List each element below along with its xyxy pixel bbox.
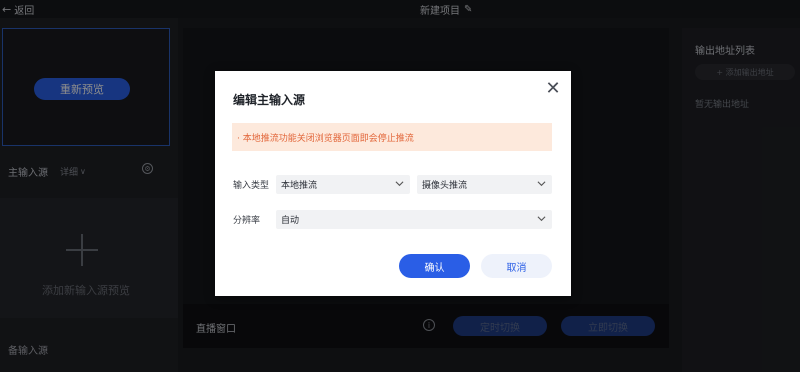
chevron-down-icon [537, 216, 546, 222]
input-type-label: 输入类型 [233, 181, 270, 191]
chevron-down-icon [537, 181, 546, 187]
resolution-value: 自动 [281, 216, 300, 226]
resolution-label: 分辨率 [233, 216, 261, 226]
cancel-button[interactable]: 取消 [481, 254, 552, 278]
input-type-value: 本地推流 [281, 181, 318, 191]
warning-notice: · 本地推流功能关闭浏览器页面即会停止推流 [232, 123, 552, 151]
edit-main-input-dialog: 编辑主输入源 ✕ · 本地推流功能关闭浏览器页面即会停止推流 输入类型 本地推流… [215, 71, 571, 296]
input-type-select[interactable]: 本地推流 [276, 175, 410, 194]
confirm-button[interactable]: 确认 [399, 254, 470, 278]
camera-source-value: 摄像头推流 [422, 181, 468, 191]
camera-source-select[interactable]: 摄像头推流 [417, 175, 552, 194]
chevron-down-icon [395, 181, 404, 187]
dialog-title: 编辑主输入源 [233, 93, 306, 107]
close-icon[interactable]: ✕ [544, 80, 562, 98]
resolution-select[interactable]: 自动 [276, 210, 552, 229]
